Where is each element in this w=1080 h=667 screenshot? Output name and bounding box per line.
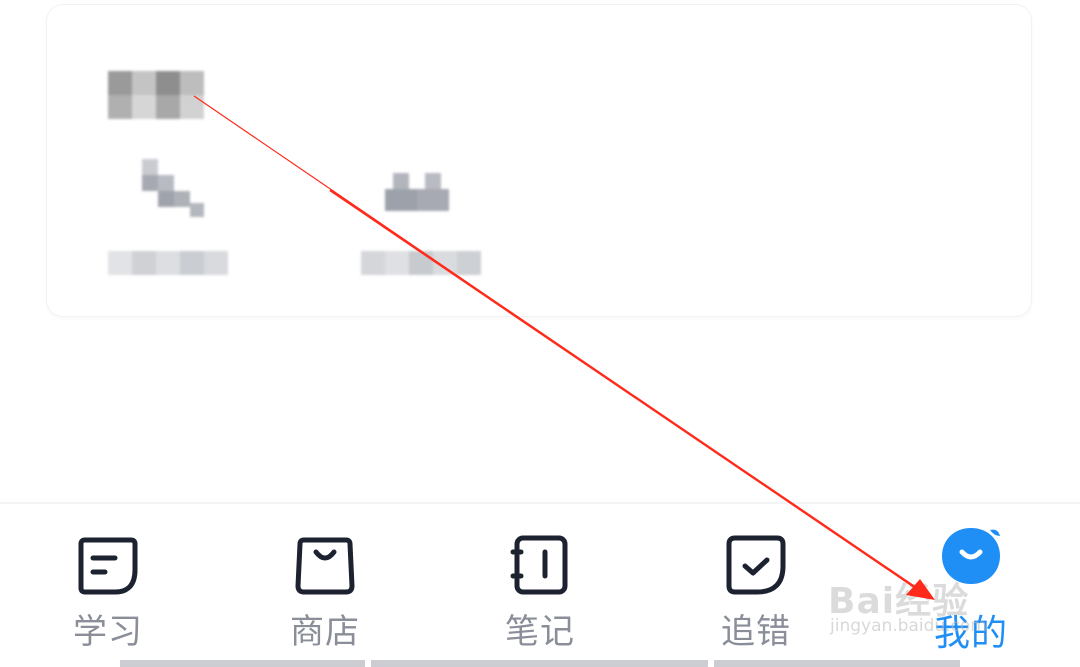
bottom-tab-bar: 学习 商店 笔记 追错 我的 (0, 504, 1080, 667)
service-label-blurred (361, 251, 481, 277)
shop-bag-icon (295, 537, 355, 595)
tab-mistakes-label: 追错 (721, 612, 791, 652)
card-title-blurred (108, 71, 204, 119)
tab-study[interactable]: 学习 (28, 504, 188, 654)
bottom-indicator-segment (714, 660, 960, 667)
tab-mistakes[interactable]: 追错 (676, 504, 836, 654)
bottom-indicator-segment (120, 660, 365, 667)
notebook-icon (510, 535, 568, 595)
people-icon (385, 173, 457, 217)
tab-shop-label: 商店 (290, 612, 360, 652)
bottom-indicator-segment (371, 660, 708, 667)
study-icon (78, 537, 138, 595)
tab-profile[interactable]: 我的 (891, 504, 1051, 654)
tab-profile-label: 我的 (933, 613, 1008, 654)
check-note-icon (726, 535, 786, 595)
phone-icon (142, 159, 208, 219)
service-item-2[interactable] (357, 155, 487, 285)
tab-notes[interactable]: 笔记 (460, 504, 620, 654)
service-item-1[interactable] (104, 155, 234, 285)
profile-face-icon (942, 528, 1000, 584)
service-label-blurred (108, 251, 228, 277)
tab-shop[interactable]: 商店 (245, 504, 405, 654)
tab-study-label: 学习 (73, 612, 143, 652)
services-card (47, 5, 1031, 316)
tab-notes-label: 笔记 (505, 612, 575, 652)
